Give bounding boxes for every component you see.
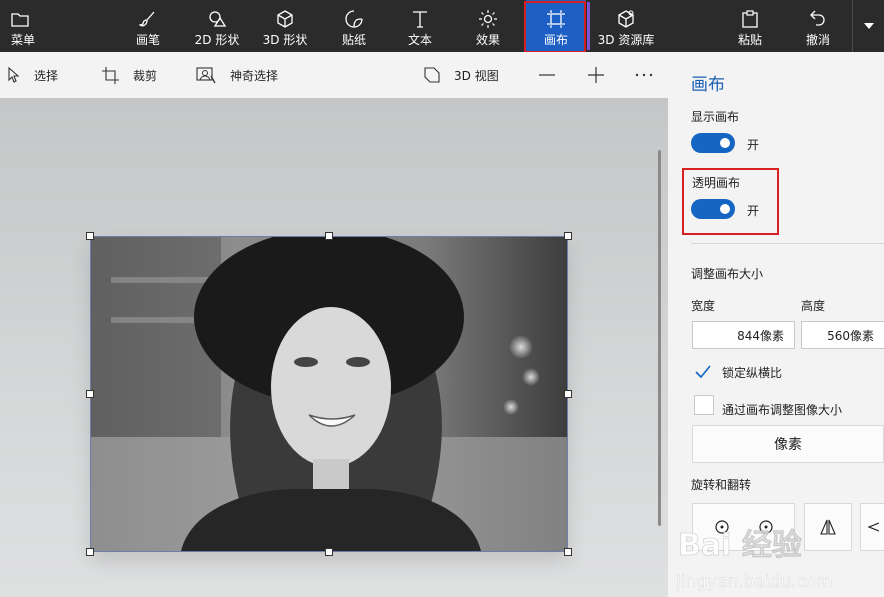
resize-image-label: 通过画布调整图像大小 xyxy=(722,403,843,417)
lock-aspect-label: 锁定纵横比 xyxy=(722,366,783,380)
paste-button[interactable]: 粘贴 xyxy=(730,0,770,52)
menu-label: 菜单 xyxy=(11,33,36,47)
canvas-tool-highlight xyxy=(524,1,586,53)
view3d-label: 3D 视图 xyxy=(454,68,499,83)
undo-label: 撤消 xyxy=(805,33,830,47)
checkmark-icon xyxy=(695,365,711,379)
effects-tool[interactable]: 效果 xyxy=(466,0,510,52)
text-tool[interactable]: 文本 xyxy=(398,0,442,52)
shapes3d-label: 3D 形状 xyxy=(262,33,308,47)
sun-icon xyxy=(479,8,497,30)
brushes-tool[interactable]: 画笔 xyxy=(126,0,170,52)
panel-title: 画布 xyxy=(691,75,725,95)
view3d-button[interactable]: 3D 视图 xyxy=(424,52,499,98)
watermark-url: jingyan.baidu.com xyxy=(676,572,833,592)
crop-button[interactable]: 裁剪 xyxy=(102,52,157,98)
resize-handle-top-right[interactable] xyxy=(564,232,572,240)
magic-select-button[interactable]: 神奇选择 xyxy=(196,52,278,98)
effects-label: 效果 xyxy=(475,33,500,47)
ellipsis-icon xyxy=(635,73,653,77)
units-dropdown[interactable]: 像素 xyxy=(692,425,884,463)
library3d-tool[interactable]: 3D 资源库 xyxy=(596,0,656,52)
zoom-in-button[interactable] xyxy=(587,52,605,98)
resize-canvas-label: 调整画布大小 xyxy=(691,267,764,281)
plus-icon xyxy=(588,67,604,83)
text-label: 文本 xyxy=(407,33,432,47)
library-3d-icon xyxy=(616,8,636,30)
magic-select-label: 神奇选择 xyxy=(230,68,279,83)
resize-handle-bottom-right[interactable] xyxy=(564,548,572,556)
resize-handle-top-left[interactable] xyxy=(86,232,94,240)
transparent-canvas-toggle[interactable] xyxy=(691,199,735,219)
watermark-logo: Bai 经验 xyxy=(678,528,802,563)
menu-button[interactable]: 菜单 xyxy=(0,0,46,52)
more-options-button[interactable] xyxy=(635,52,653,98)
show-canvas-label: 显示画布 xyxy=(691,110,740,124)
height-label: 高度 xyxy=(801,299,826,313)
crop-label: 裁剪 xyxy=(133,68,158,83)
magic-select-icon xyxy=(196,66,216,83)
resize-handle-left[interactable] xyxy=(86,390,94,398)
portrait-photo xyxy=(91,237,567,551)
view-3d-icon xyxy=(424,67,440,83)
shapes-2d-icon xyxy=(207,8,227,30)
select-label: 选择 xyxy=(34,68,59,83)
shapes3d-tool[interactable]: 3D 形状 xyxy=(258,0,312,52)
minus-icon xyxy=(539,74,555,76)
clipboard-icon xyxy=(742,8,758,30)
width-input[interactable]: 844像素 xyxy=(692,321,795,349)
rotate-flip-label: 旋转和翻转 xyxy=(691,478,752,492)
library3d-label: 3D 资源库 xyxy=(597,33,655,47)
tool-options-bar: 选择 裁剪 神奇选择 3D 视图 xyxy=(0,52,668,98)
transparent-canvas-label: 透明画布 xyxy=(692,176,741,190)
accent-divider xyxy=(587,2,590,50)
width-label: 宽度 xyxy=(691,299,716,313)
show-canvas-toggle[interactable] xyxy=(691,133,735,153)
chevron-down-icon xyxy=(863,23,874,29)
transparent-canvas-state: 开 xyxy=(747,204,760,218)
brush-icon xyxy=(139,8,157,30)
zoom-out-button[interactable] xyxy=(538,52,556,98)
divider xyxy=(691,243,884,244)
main-toolbar: 菜单 画笔 2D 形状 3D 形状 贴纸 文本 效果 画布 3D 资源库 粘贴 … xyxy=(0,0,884,53)
paste-label: 粘贴 xyxy=(737,33,762,47)
stickers-label: 贴纸 xyxy=(341,33,366,47)
sticker-icon xyxy=(345,8,363,30)
crop-icon xyxy=(102,66,119,84)
undo-icon xyxy=(810,8,826,30)
baidu-watermark: Bai 经验 jingyan.baidu.com xyxy=(675,515,884,595)
resize-handle-bottom-left[interactable] xyxy=(86,548,94,556)
stickers-tool[interactable]: 贴纸 xyxy=(332,0,376,52)
more-dropdown[interactable] xyxy=(852,0,884,52)
canvas-image[interactable] xyxy=(90,236,568,552)
cube-icon xyxy=(276,8,294,30)
folder-icon xyxy=(11,8,29,30)
resize-handle-right[interactable] xyxy=(564,390,572,398)
text-icon xyxy=(412,8,428,30)
cursor-icon xyxy=(8,67,20,83)
undo-button[interactable]: 撤消 xyxy=(798,0,838,52)
select-button[interactable]: 选择 xyxy=(8,52,58,98)
resize-handle-bottom[interactable] xyxy=(325,548,333,556)
height-input[interactable]: 560像素 xyxy=(801,321,884,349)
resize-image-checkbox[interactable] xyxy=(694,395,714,415)
shapes2d-label: 2D 形状 xyxy=(194,33,240,47)
shapes2d-tool[interactable]: 2D 形状 xyxy=(190,0,244,52)
resize-handle-top[interactable] xyxy=(325,232,333,240)
brushes-label: 画笔 xyxy=(135,33,160,47)
vertical-scrollbar[interactable] xyxy=(658,150,661,526)
lock-aspect-checkbox[interactable] xyxy=(692,361,712,381)
show-canvas-state: 开 xyxy=(747,138,760,152)
